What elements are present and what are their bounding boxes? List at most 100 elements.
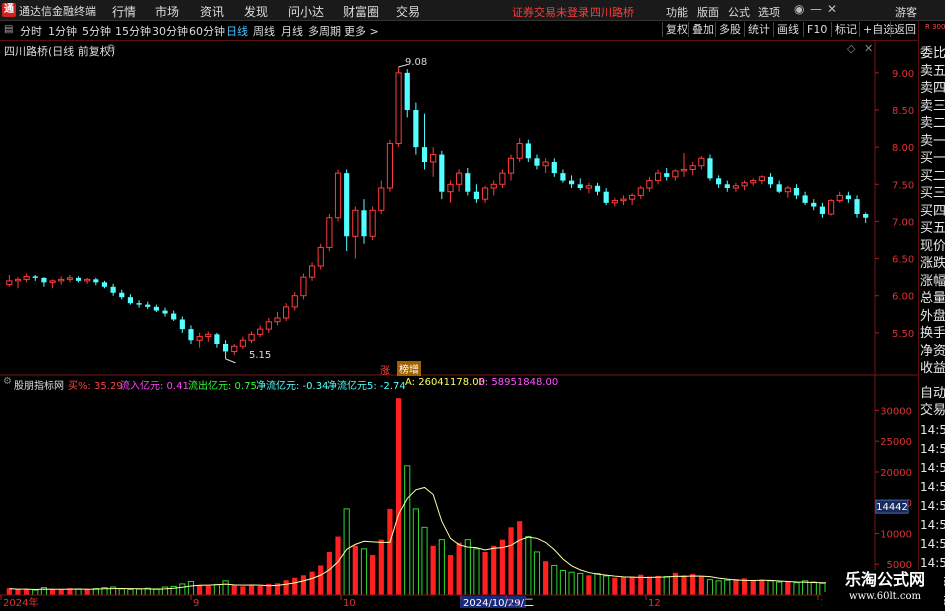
volume-bar <box>663 576 670 596</box>
legend-b: B: 58951848.00 <box>478 377 559 388</box>
btn-overlay[interactable]: 叠加 <box>688 22 717 37</box>
quote-field-7: 买二 <box>920 168 945 184</box>
tf-30min[interactable]: 30分钟 <box>152 23 188 39</box>
quote-field-5: 卖一 <box>920 133 945 149</box>
tick-time-1: 14:56 <box>920 442 945 456</box>
volume-bar <box>655 575 661 595</box>
period-toolbar: ▤ 分时 1分钟 5分钟 15分钟 30分钟 60分钟 日线 周线 月线 多周期… <box>0 21 945 41</box>
up-tag: 涨 <box>380 366 390 377</box>
indicator-settings-icon[interactable]: ⚙ <box>3 376 12 387</box>
candle-body <box>145 304 151 307</box>
volume-bar <box>629 576 635 595</box>
volume-ma-line <box>9 486 866 590</box>
volume-bar <box>32 589 39 596</box>
tf-15min[interactable]: 15分钟 <box>115 23 151 39</box>
quote-field-13: 涨幅 <box>920 273 945 289</box>
candle-body <box>447 183 454 193</box>
tf-weekly[interactable]: 周线 <box>253 23 275 39</box>
menu-formula[interactable]: 公式 <box>728 4 750 20</box>
volume-bar <box>84 588 90 595</box>
tick-time-4: 14:56 <box>920 499 945 513</box>
volume-bar <box>559 569 567 596</box>
quote-field-8: 买三 <box>920 186 945 201</box>
btn-adjust[interactable]: 复权 <box>662 22 691 37</box>
menu-layout[interactable]: 版面 <box>697 4 719 20</box>
menu-options[interactable]: 选项 <box>758 4 780 20</box>
volume-tick-label: 30000 <box>880 406 912 417</box>
indicator-name[interactable]: 股朋指标网 <box>14 377 64 392</box>
volume-bar <box>603 575 610 596</box>
quote-field-2: 卖四 <box>920 81 945 96</box>
legend-buy: 买%: 35.29 <box>68 381 123 392</box>
volume-bar <box>335 536 341 595</box>
tf-daily[interactable]: 日线 <box>226 23 248 39</box>
candle-body <box>239 339 246 347</box>
price-tick-label: 6.00 <box>892 292 914 303</box>
menu-trade[interactable]: 交易 <box>396 3 420 20</box>
close-icon[interactable]: ✕ <box>827 2 837 16</box>
chart-canvas[interactable]: 5.506.006.507.007.508.008.509.0050001000… <box>0 40 918 609</box>
volume-bar <box>404 465 411 596</box>
price-panel <box>6 64 869 364</box>
menu-news[interactable]: 资讯 <box>200 3 224 20</box>
tf-1min[interactable]: 1分钟 <box>48 23 77 39</box>
tf-5min[interactable]: 5分钟 <box>82 23 111 39</box>
x-axis-label: 9 <box>193 598 199 609</box>
chart-settings-icon[interactable]: ⚙ <box>106 42 116 55</box>
tf-monthly[interactable]: 月线 <box>281 23 303 39</box>
candle-body <box>369 209 376 237</box>
quote-field-17: 净资 <box>920 343 945 359</box>
app-logo-icon: 通 <box>2 3 16 17</box>
quote-field-1: 卖五 <box>920 63 945 79</box>
menu-function[interactable]: 功能 <box>666 4 688 20</box>
toolbar-arrow-icon[interactable]: ▤ <box>4 24 13 35</box>
tick-time-6: 14:56 <box>920 537 945 551</box>
menu-quotes[interactable]: 行情 <box>112 3 136 20</box>
btn-f10[interactable]: F10 <box>803 22 830 37</box>
btn-multistock[interactable]: 多股 <box>715 22 744 37</box>
quote-field-4: 卖二 <box>920 116 945 131</box>
volume-bar <box>370 555 376 595</box>
candle-body <box>689 165 696 170</box>
tf-multi[interactable]: 多周期 <box>308 23 341 39</box>
menu-discover[interactable]: 发现 <box>244 3 268 20</box>
candle-body <box>594 185 601 192</box>
volume-bar <box>135 588 143 596</box>
candle-body <box>724 184 730 188</box>
minimize-icon[interactable]: — <box>810 2 822 16</box>
chart-axes: 5.506.006.507.007.508.008.509.0050001000… <box>0 40 918 609</box>
menu-wealth[interactable]: 财富圈 <box>343 3 379 20</box>
tick-time-5: 14:56 <box>920 518 945 532</box>
btn-mark[interactable]: 标记 <box>831 22 860 37</box>
candle-body <box>101 282 108 287</box>
login-status[interactable]: 证券交易未登录 <box>512 4 589 20</box>
tf-more[interactable]: 更多 > <box>344 23 379 39</box>
volume-bar <box>222 580 229 596</box>
user-icon[interactable]: ◉ <box>794 2 804 16</box>
menu-market[interactable]: 市场 <box>155 3 179 20</box>
volume-bar <box>205 585 211 595</box>
candle-body <box>231 345 238 352</box>
btn-stats[interactable]: 统计 <box>744 22 773 37</box>
tf-60min[interactable]: 60分钟 <box>189 23 225 39</box>
legend-inflow: 流入亿元: 0.41 <box>120 381 189 392</box>
volume-bar <box>326 551 332 595</box>
btn-draw[interactable]: 画线 <box>773 22 802 37</box>
volume-tick-label: 25000 <box>880 437 912 448</box>
candle-body <box>490 183 497 189</box>
volume-bar <box>620 577 627 595</box>
volume-bar <box>257 585 263 595</box>
btn-back[interactable]: 返回 <box>890 22 919 37</box>
tf-intraday[interactable]: 分时 <box>20 23 42 39</box>
candle-body <box>274 317 281 323</box>
watermark-url-text: www.60lt.com <box>849 591 921 602</box>
quote-field-3: 卖三 <box>920 98 945 114</box>
candle-body <box>793 188 800 196</box>
candle-body <box>707 158 713 179</box>
volume-bar <box>767 580 774 596</box>
diamond-icon[interactable]: ◇ <box>847 42 855 55</box>
menu-ask[interactable]: 问小达 <box>288 3 324 20</box>
candle-body <box>542 161 549 167</box>
guest-label[interactable]: 游客 <box>895 4 917 20</box>
chart-close-icon[interactable]: ✕ <box>864 42 873 55</box>
